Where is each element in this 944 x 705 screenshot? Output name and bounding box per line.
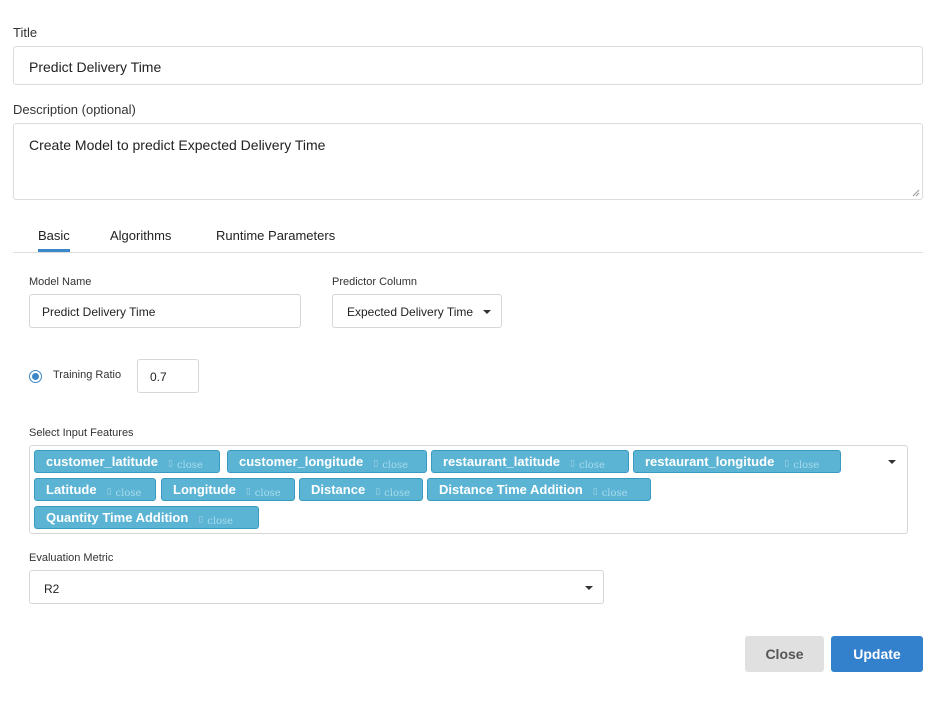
feature-chip[interactable]: customer_latitude ▯ close bbox=[34, 450, 220, 473]
training-ratio-value: 0.7 bbox=[150, 370, 167, 384]
title-input[interactable]: Predict Delivery Time bbox=[13, 46, 923, 85]
chip-separator: ▯ bbox=[106, 486, 112, 496]
tab-bar: Basic Algorithms Runtime Parameters bbox=[13, 222, 923, 253]
chip-separator: ▯ bbox=[167, 458, 173, 468]
update-button[interactable]: Update bbox=[831, 636, 923, 672]
title-input-value: Predict Delivery Time bbox=[29, 59, 162, 75]
chip-separator: ▯ bbox=[784, 458, 790, 468]
feature-chip-label: restaurant_latitude bbox=[443, 454, 561, 469]
input-features-select[interactable]: customer_latitude ▯ close customer_longitu… bbox=[29, 445, 908, 534]
feature-chip-label: customer_longitude bbox=[239, 454, 364, 469]
predictor-column-label: Predictor Column bbox=[332, 276, 417, 288]
tab-algorithms[interactable]: Algorithms bbox=[110, 228, 171, 243]
evaluation-metric-select[interactable]: R2 bbox=[29, 570, 604, 604]
chip-close-button[interactable]: close bbox=[255, 488, 281, 499]
tab-basic[interactable]: Basic bbox=[38, 228, 70, 252]
training-ratio-label: Training Ratio bbox=[53, 369, 122, 381]
chevron-down-icon[interactable] bbox=[888, 460, 896, 464]
chip-close-button[interactable]: close bbox=[579, 460, 605, 471]
predictor-column-select[interactable]: Expected Delivery Time bbox=[332, 294, 502, 328]
feature-chip[interactable]: Longitude ▯ close bbox=[161, 478, 295, 501]
chevron-down-icon bbox=[483, 310, 491, 314]
chip-separator: ▯ bbox=[570, 458, 575, 468]
chip-close-button[interactable]: close bbox=[177, 460, 203, 471]
chip-close-button[interactable]: close bbox=[602, 488, 628, 499]
model-name-value: Predict Delivery Time bbox=[42, 305, 156, 319]
chip-close-button[interactable]: close bbox=[793, 460, 819, 471]
description-textarea[interactable]: Create Model to predict Expected Deliver… bbox=[13, 123, 923, 200]
resize-handle-icon[interactable] bbox=[912, 189, 920, 197]
predictor-column-value: Expected Delivery Time bbox=[347, 305, 474, 319]
chip-separator: ▯ bbox=[592, 486, 598, 496]
feature-chip[interactable]: restaurant_longitude ▯ close bbox=[633, 450, 841, 473]
feature-chip-label: Distance Time Addition bbox=[439, 482, 583, 497]
feature-chip-label: Longitude bbox=[173, 482, 236, 497]
feature-chip[interactable]: Distance ▯ close bbox=[299, 478, 423, 501]
model-name-input[interactable]: Predict Delivery Time bbox=[29, 294, 301, 328]
feature-chip[interactable]: customer_longitude ▯ close bbox=[227, 450, 427, 473]
input-features-label: Select Input Features bbox=[29, 427, 134, 439]
close-button[interactable]: Close bbox=[745, 636, 824, 672]
chip-separator: ▯ bbox=[245, 486, 251, 496]
chip-close-button[interactable]: close bbox=[384, 488, 410, 499]
chip-close-button[interactable]: close bbox=[116, 488, 142, 499]
description-label: Description (optional) bbox=[13, 102, 136, 117]
evaluation-metric-label: Evaluation Metric bbox=[29, 552, 114, 564]
feature-chip-label: Distance bbox=[311, 482, 366, 497]
tab-runtime-parameters[interactable]: Runtime Parameters bbox=[216, 228, 335, 243]
evaluation-metric-value: R2 bbox=[44, 582, 60, 596]
feature-chip-label: restaurant_longitude bbox=[645, 454, 775, 469]
training-ratio-radio[interactable] bbox=[29, 370, 42, 383]
chip-close-button[interactable]: close bbox=[382, 460, 408, 471]
feature-chip-label: Quantity Time Addition bbox=[46, 510, 189, 525]
model-name-label: Model Name bbox=[29, 276, 92, 288]
chip-separator: ▯ bbox=[198, 514, 204, 524]
feature-chip-label: customer_latitude bbox=[46, 454, 158, 469]
title-label: Title bbox=[13, 25, 38, 40]
chip-separator: ▯ bbox=[373, 458, 379, 468]
feature-chip-label: Latitude bbox=[46, 482, 97, 497]
feature-chip[interactable]: restaurant_latitude ▯ close bbox=[431, 450, 629, 473]
feature-chip[interactable]: Distance Time Addition ▯ close bbox=[427, 478, 651, 501]
description-textarea-value: Create Model to predict Expected Deliver… bbox=[29, 137, 326, 153]
chip-close-button[interactable]: close bbox=[207, 516, 233, 527]
chip-separator: ▯ bbox=[375, 486, 381, 496]
feature-chip[interactable]: Quantity Time Addition ▯ close bbox=[34, 506, 259, 529]
training-ratio-input[interactable]: 0.7 bbox=[137, 359, 199, 393]
feature-chip[interactable]: Latitude ▯ close bbox=[34, 478, 156, 501]
chevron-down-icon bbox=[585, 586, 593, 590]
